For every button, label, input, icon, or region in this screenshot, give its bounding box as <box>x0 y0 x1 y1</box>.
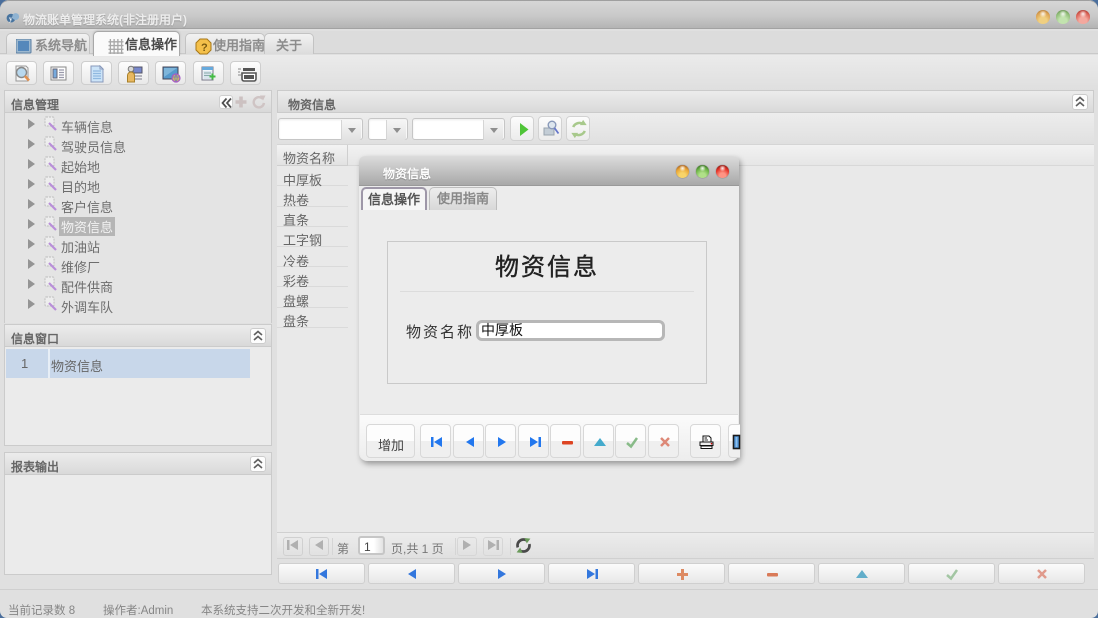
svg-text:?: ? <box>201 42 208 54</box>
svg-text:y: y <box>9 14 13 23</box>
